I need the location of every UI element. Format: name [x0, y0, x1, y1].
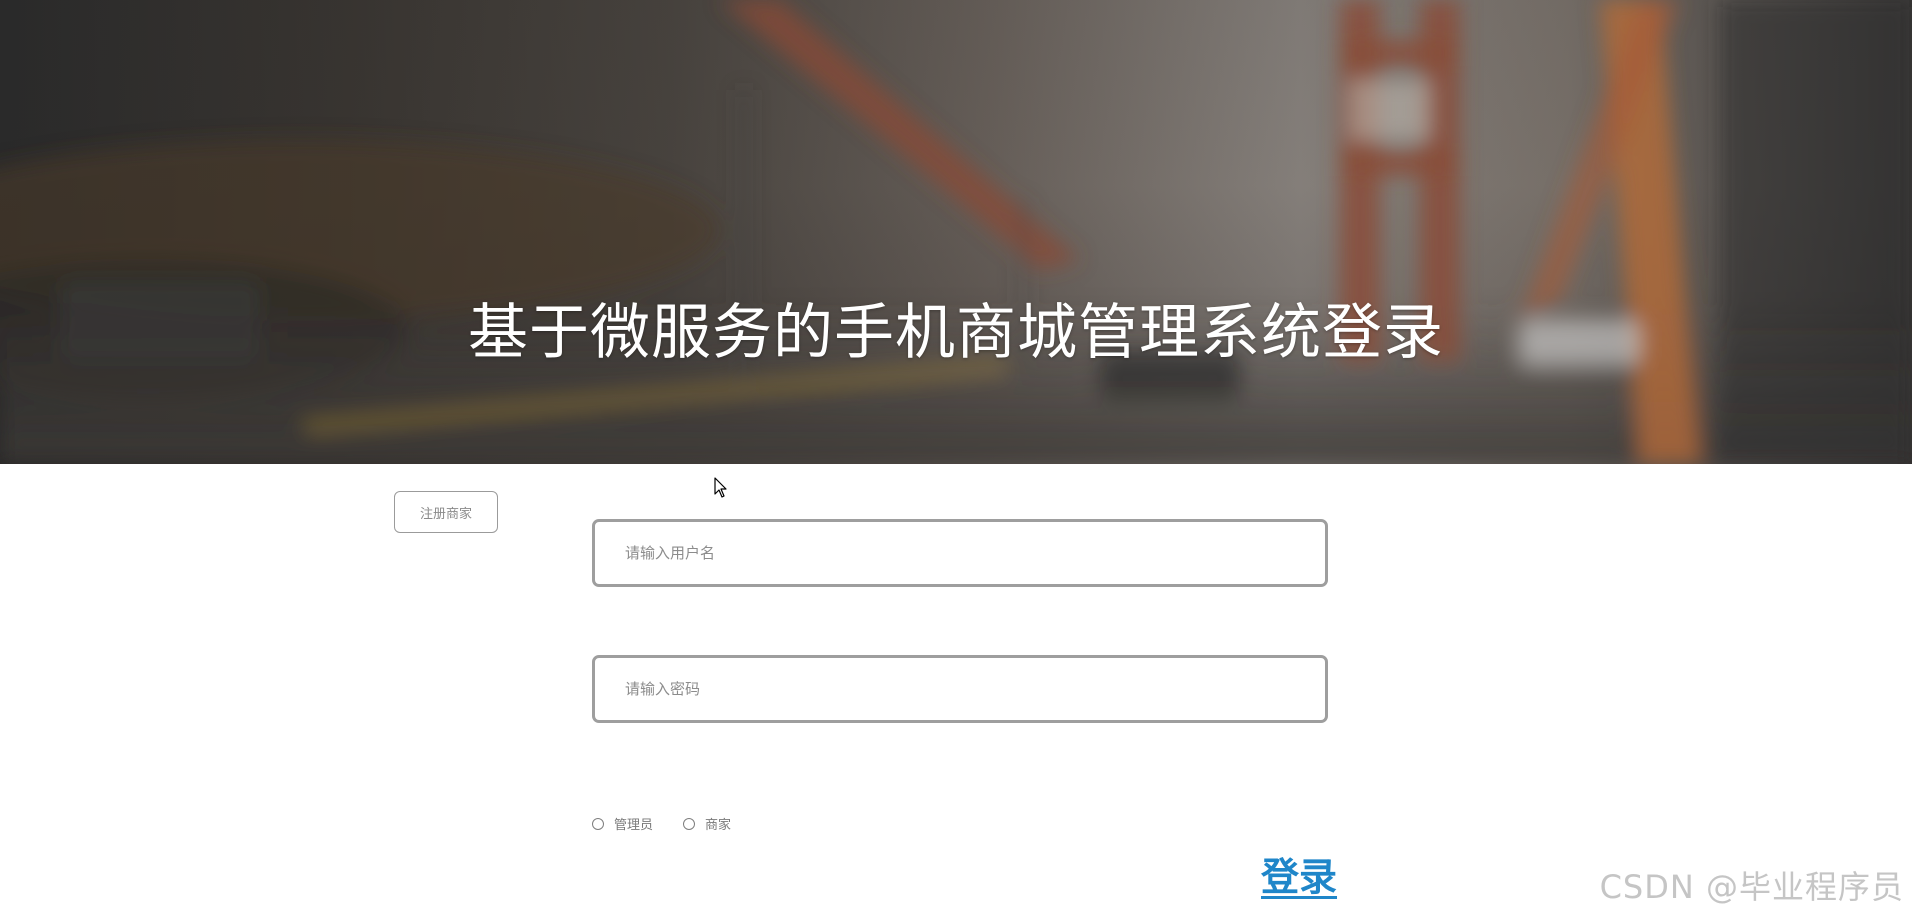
mouse-pointer-icon — [714, 477, 727, 498]
role-option-admin[interactable]: 管理员 — [592, 814, 653, 833]
role-option-merchant[interactable]: 商家 — [683, 814, 731, 833]
register-merchant-button[interactable]: 注册商家 — [394, 491, 498, 533]
page-title: 基于微服务的手机商城管理系统登录 — [468, 298, 1444, 368]
role-radio-group: 管理员 商家 — [592, 814, 761, 833]
password-input[interactable] — [592, 655, 1328, 723]
hero-background-image — [0, 0, 1912, 464]
role-label-merchant: 商家 — [705, 818, 732, 833]
role-label-admin: 管理员 — [614, 818, 654, 833]
login-button[interactable]: 登录 — [1261, 846, 1337, 901]
radio-unchecked-icon[interactable] — [683, 817, 696, 830]
hero-banner: 基于微服务的手机商城管理系统登录 — [0, 0, 1912, 464]
username-input[interactable] — [592, 519, 1328, 587]
login-page: 基于微服务的手机商城管理系统登录 注册商家 管理员 商家 登录 CSDN @毕业… — [0, 0, 1912, 914]
watermark: CSDN @毕业程序员 — [1599, 868, 1904, 906]
radio-unchecked-icon[interactable] — [592, 817, 604, 830]
